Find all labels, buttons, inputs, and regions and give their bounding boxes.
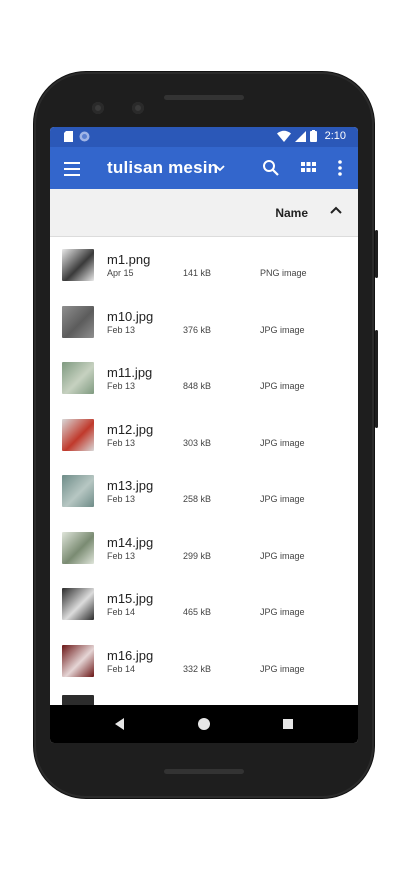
file-thumbnail	[62, 531, 94, 564]
app-bar: tulisan mesin	[50, 147, 358, 189]
file-date: Feb 13	[107, 494, 136, 504]
sort-by-name-button[interactable]: Name	[275, 206, 308, 220]
earpiece-speaker	[164, 95, 244, 100]
battery-icon	[309, 130, 317, 142]
file-size: 303 kB	[183, 437, 212, 448]
file-thumbnail	[62, 249, 94, 281]
file-type: JPG image	[260, 550, 305, 561]
file-thumbnail	[62, 588, 94, 620]
file-date: Feb 14	[107, 663, 136, 674]
file-name: m14.jpg	[107, 534, 154, 550]
front-camera	[92, 102, 104, 114]
file-name: m10.jpg	[107, 308, 154, 324]
hamburger-menu-icon[interactable]	[64, 158, 80, 178]
file-type: JPG image	[260, 437, 305, 448]
file-size: 258 kB	[183, 494, 212, 504]
file-row[interactable]: m10.jpg Feb 13 376 kB JPG image	[50, 294, 358, 351]
sort-ascending-icon[interactable]	[328, 203, 344, 219]
search-icon[interactable]	[260, 157, 282, 179]
file-row[interactable]: m15.jpg Feb 14 465 kB JPG image	[50, 576, 358, 633]
bottom-speaker	[164, 769, 244, 774]
file-row[interactable]: m12.jpg Feb 13 303 kB JPG image	[50, 407, 358, 464]
file-size: 332 kB	[183, 663, 212, 674]
file-type: JPG image	[260, 607, 305, 617]
file-type: PNG image	[260, 268, 307, 278]
wifi-icon	[276, 130, 291, 142]
file-type: JPG image	[260, 324, 305, 335]
file-name: m11.jpg	[107, 365, 153, 380]
file-date: Apr 15	[107, 268, 134, 278]
file-row[interactable]: m16.jpg Feb 14 332 kB JPG image	[50, 633, 358, 690]
file-type: JPG image	[260, 381, 305, 391]
file-name: m12.jpg	[107, 421, 154, 437]
grid-view-icon[interactable]	[297, 157, 319, 179]
file-name: m16.jpg	[107, 647, 154, 663]
file-date: Feb 14	[107, 607, 136, 617]
status-time: 2:10	[324, 130, 346, 142]
file-size: 376 kB	[183, 324, 212, 335]
file-type: JPG image	[260, 494, 305, 504]
file-thumbnail	[62, 644, 94, 677]
file-date: Feb 13	[107, 550, 136, 561]
file-size: 465 kB	[183, 607, 212, 617]
file-thumbnail	[62, 305, 94, 338]
chevron-down-icon[interactable]	[215, 163, 225, 173]
power-button	[375, 230, 378, 278]
file-row[interactable]: m1.png Apr 15 141 kB PNG image	[50, 237, 358, 294]
screen: 2:10 tulisan mesin Name m1.png Apr 15 141 …	[50, 127, 358, 743]
file-name: m13.jpg	[107, 478, 154, 493]
file-date: Feb 13	[107, 381, 136, 391]
file-size: 848 kB	[183, 381, 212, 391]
file-size: 141 kB	[183, 268, 212, 278]
signal-icon	[294, 130, 306, 142]
file-date: Feb 13	[107, 437, 136, 448]
home-icon[interactable]	[196, 716, 212, 732]
sort-bar: Name	[50, 189, 358, 237]
recents-icon[interactable]	[280, 716, 296, 732]
file-list: m1.png Apr 15 141 kB PNG image m10.jpg Feb 13…	[50, 237, 358, 727]
more-options-icon[interactable]	[329, 157, 351, 179]
file-row[interactable]: m13.jpg Feb 13 258 kB JPG image	[50, 463, 358, 520]
file-type: JPG image	[260, 663, 305, 674]
file-thumbnail	[62, 362, 94, 394]
back-icon[interactable]	[112, 716, 128, 732]
volume-button	[375, 330, 378, 428]
front-sensor	[132, 102, 144, 114]
file-row[interactable]: m14.jpg Feb 13 299 kB JPG image	[50, 520, 358, 577]
file-size: 299 kB	[183, 550, 212, 561]
sync-icon	[79, 131, 90, 142]
status-bar: 2:10	[50, 127, 358, 147]
file-row[interactable]: m11.jpg Feb 13 848 kB JPG image	[50, 350, 358, 407]
file-thumbnail	[62, 418, 94, 451]
file-date: Feb 13	[107, 324, 136, 335]
file-name: m15.jpg	[107, 591, 154, 606]
sd-card-icon	[64, 131, 73, 142]
folder-title[interactable]: tulisan mesin	[107, 158, 218, 178]
file-name: m1.png	[107, 252, 151, 267]
navigation-bar	[50, 705, 358, 743]
file-thumbnail	[62, 475, 94, 507]
